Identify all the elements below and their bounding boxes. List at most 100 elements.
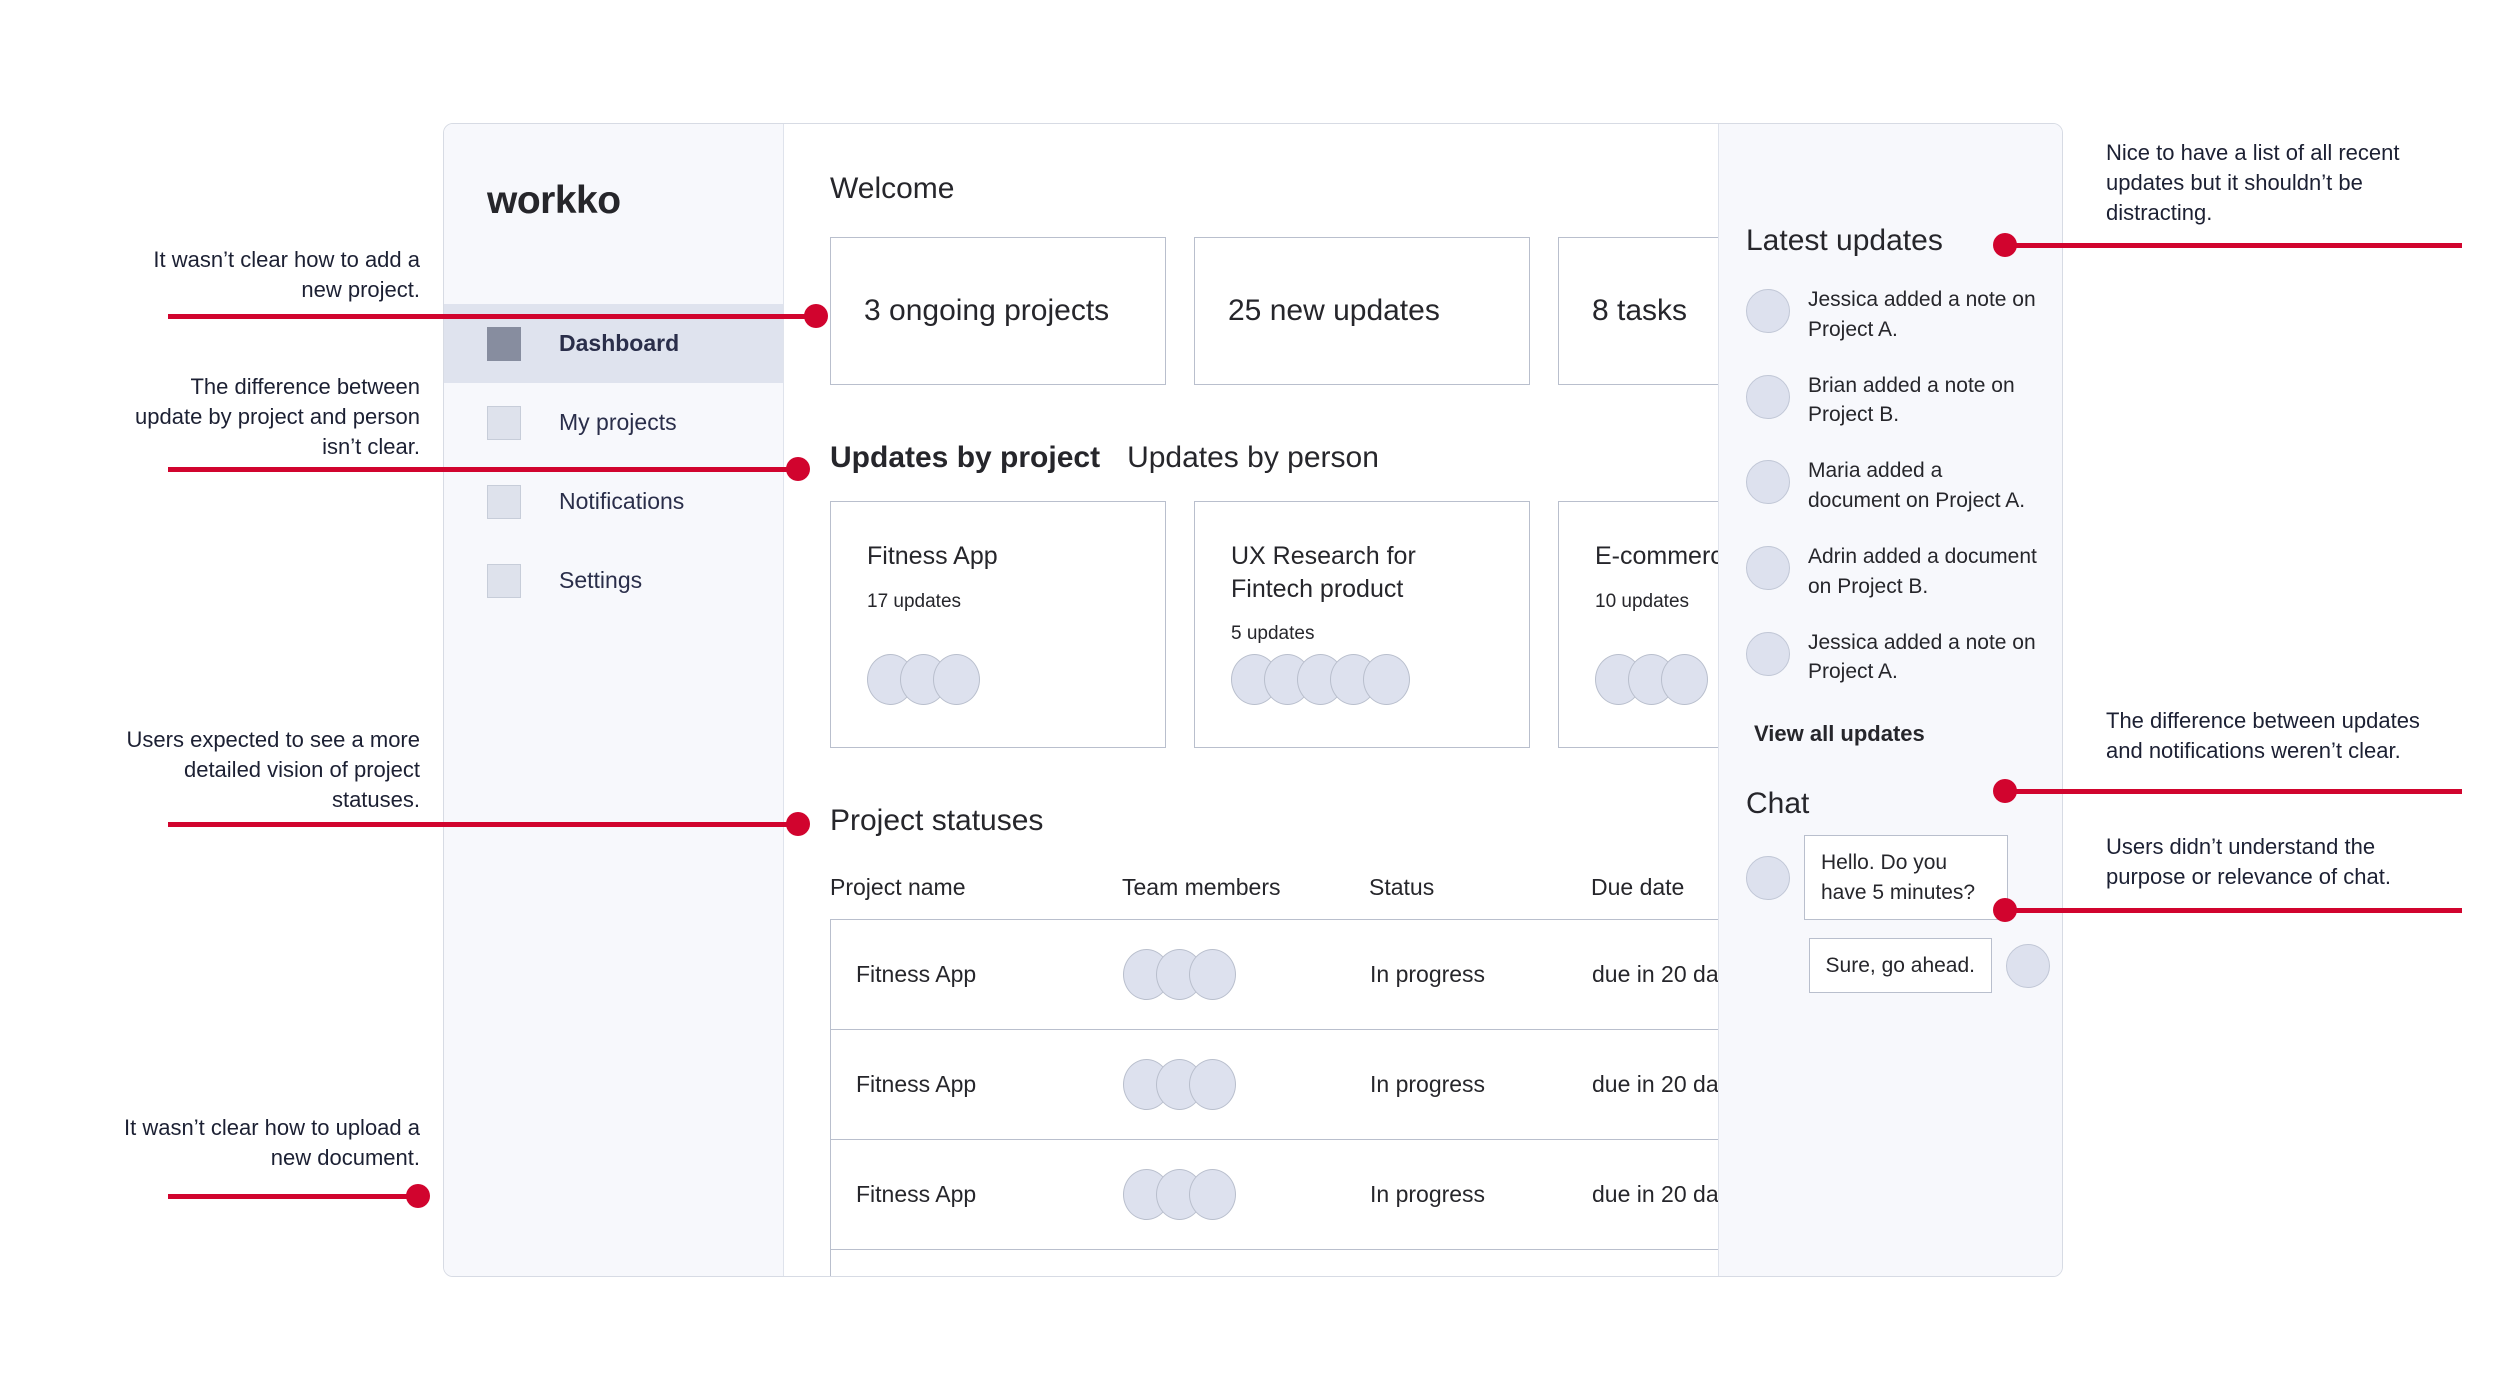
tab-updates-by-project[interactable]: Updates by project (830, 441, 1100, 475)
avatar (1363, 654, 1410, 705)
column-header-status: Status (1369, 874, 1435, 900)
list-item[interactable]: Jessica added a note on Project A. (1746, 628, 2062, 688)
list-item[interactable]: Jessica added a note on Project A. (1746, 285, 2062, 345)
cell-due-date: due in 20 days (1592, 961, 1718, 987)
avatar (1746, 289, 1790, 333)
cell-project-name: Fitness App (856, 1181, 977, 1207)
cell-team-members (1123, 1169, 1370, 1220)
stat-card-label: 25 new updates (1228, 294, 1440, 327)
annotation-recent-updates-text: Nice to have a list of all recent update… (2106, 140, 2400, 225)
view-all-updates-link[interactable]: View all updates (1754, 721, 2062, 747)
sidebar-item-label: My projects (559, 409, 677, 435)
project-statuses-title: Project statuses (830, 804, 1044, 837)
sidebar-item-label: Dashboard (559, 330, 680, 356)
square-filled-icon (487, 326, 521, 361)
project-card-name: Fitness App (867, 542, 998, 570)
table-header-row: Project name Team members Status Due dat… (830, 874, 1718, 901)
annotation-dot (1993, 898, 2017, 922)
avatar (1189, 1059, 1236, 1110)
annotation-upload-document-text: It wasn’t clear how to upload a new docu… (124, 1115, 420, 1170)
project-card-row: Fitness App 17 updates UX Research for F… (830, 501, 1718, 748)
sidebar-item-notifications[interactable]: Notifications (444, 462, 783, 541)
annotation-add-project-text: It wasn’t clear how to add a new project… (153, 247, 420, 302)
chat-bubble[interactable]: Hello. Do you have 5 minutes? (1804, 835, 2008, 920)
project-card-updates: 5 updates (1231, 623, 1315, 644)
cell-team-members (1123, 1059, 1370, 1110)
project-card-name: UX Research for Fintech product (1231, 542, 1416, 603)
table-row[interactable]: Fitness App In progress due in 20 days (831, 1140, 1718, 1250)
project-card-name: E-commerce website (1595, 542, 1718, 570)
annotation-dot (406, 1184, 430, 1208)
sidebar-item-settings[interactable]: Settings (444, 541, 783, 620)
updates-tabs: Updates by project Updates by person (830, 441, 1718, 475)
tab-updates-by-person[interactable]: Updates by person (1127, 441, 1379, 475)
annotation-update-difference-text: The difference between update by project… (135, 374, 420, 459)
cell-status: In progress (1370, 1071, 1486, 1097)
avatar (1189, 1169, 1236, 1220)
annotation-dot (786, 812, 810, 836)
annotation-leader-line (2008, 908, 2462, 913)
column-header-due-date: Due date (1591, 874, 1685, 900)
cell-project-name: Fitness App (856, 1071, 977, 1097)
chat-bubble[interactable]: Sure, go ahead. (1808, 937, 1992, 994)
latest-updates-list: Jessica added a note on Project A. Brian… (1746, 285, 2062, 687)
avatar (1746, 374, 1790, 419)
annotation-dot (786, 457, 810, 481)
update-text: Brian added a note on Project B. (1808, 373, 2015, 427)
avatar (933, 654, 980, 705)
list-item[interactable]: Maria added a document on Project A. (1746, 456, 2062, 516)
cell-due-date: due in 20 days (1592, 1071, 1718, 1097)
project-card[interactable]: E-commerce website 10 updates (1558, 501, 1718, 748)
stat-card-ongoing-projects[interactable]: 3 ongoing projects (830, 237, 1166, 385)
annotation-leader-line (168, 314, 818, 319)
update-text: Adrin added a document on Project B. (1808, 544, 2037, 598)
app-window: workko Dashboard My projects Notificatio… (443, 123, 2063, 1277)
annotation-updates-vs-notifications-text: The difference between updates and notif… (2106, 708, 2420, 763)
right-panel: Latest updates Jessica added a note on P… (1718, 124, 2062, 1276)
annotation-leader-line (2008, 789, 2462, 794)
table-row[interactable]: Fitness App In progress due in 20 days (831, 1030, 1718, 1140)
cell-team-members (1123, 949, 1370, 1000)
square-outline-icon (487, 405, 521, 440)
annotation-leader-line (168, 822, 800, 827)
annotation-dot (804, 304, 828, 328)
cell-due-date: due in 20 days (1592, 1181, 1718, 1207)
annotation-chat-purpose-text: Users didn’t understand the purpose or r… (2106, 834, 2391, 889)
table-row[interactable]: Fitness App In progress due in 20 days (831, 1250, 1718, 1276)
sidebar-item-label: Notifications (559, 488, 685, 514)
chat-message-outgoing: Sure, go ahead. (1746, 937, 2062, 994)
stat-card-row: 3 ongoing projects 25 new updates 8 task… (830, 237, 1718, 385)
avatar (1661, 654, 1708, 705)
annotation-leader-line (168, 467, 800, 472)
stat-card-new-updates[interactable]: 25 new updates (1194, 237, 1530, 385)
sidebar-nav: Dashboard My projects Notifications Sett… (444, 304, 783, 620)
avatar-group (1595, 654, 1708, 705)
sidebar: workko Dashboard My projects Notificatio… (444, 124, 784, 1276)
sidebar-item-my-projects[interactable]: My projects (444, 383, 783, 462)
square-outline-icon (487, 484, 521, 519)
stat-card-label: 3 ongoing projects (864, 294, 1110, 327)
update-text: Jessica added a note on Project A. (1808, 288, 2036, 341)
avatar-group (867, 654, 980, 705)
avatar (2006, 943, 2050, 988)
table-row[interactable]: Fitness App In progress due in 20 days (831, 920, 1718, 1030)
project-card[interactable]: Fitness App 17 updates (830, 501, 1166, 748)
avatar (1746, 460, 1790, 505)
list-item[interactable]: Adrin added a document on Project B. (1746, 542, 2062, 602)
project-card[interactable]: UX Research for Fintech product 5 update… (1194, 501, 1530, 748)
annotation-dot (1993, 779, 2017, 803)
annotation-leader-line (168, 1194, 418, 1199)
stat-card-tasks[interactable]: 8 tasks (1558, 237, 1718, 385)
avatar (1746, 545, 1790, 590)
column-header-project-name: Project name (830, 874, 966, 900)
annotation-project-statuses-text: Users expected to see a more detailed vi… (126, 727, 420, 812)
project-card-updates: 10 updates (1595, 590, 1690, 612)
project-card-updates: 17 updates (867, 590, 962, 612)
welcome-title: Welcome (830, 172, 955, 205)
list-item[interactable]: Brian added a note on Project B. (1746, 371, 2062, 431)
cell-project-name: Fitness App (856, 961, 977, 987)
update-text: Jessica added a note on Project A. (1808, 630, 2036, 684)
app-logo: workko (487, 179, 621, 222)
column-header-team-members: Team members (1122, 874, 1281, 900)
cell-status: In progress (1370, 961, 1486, 987)
